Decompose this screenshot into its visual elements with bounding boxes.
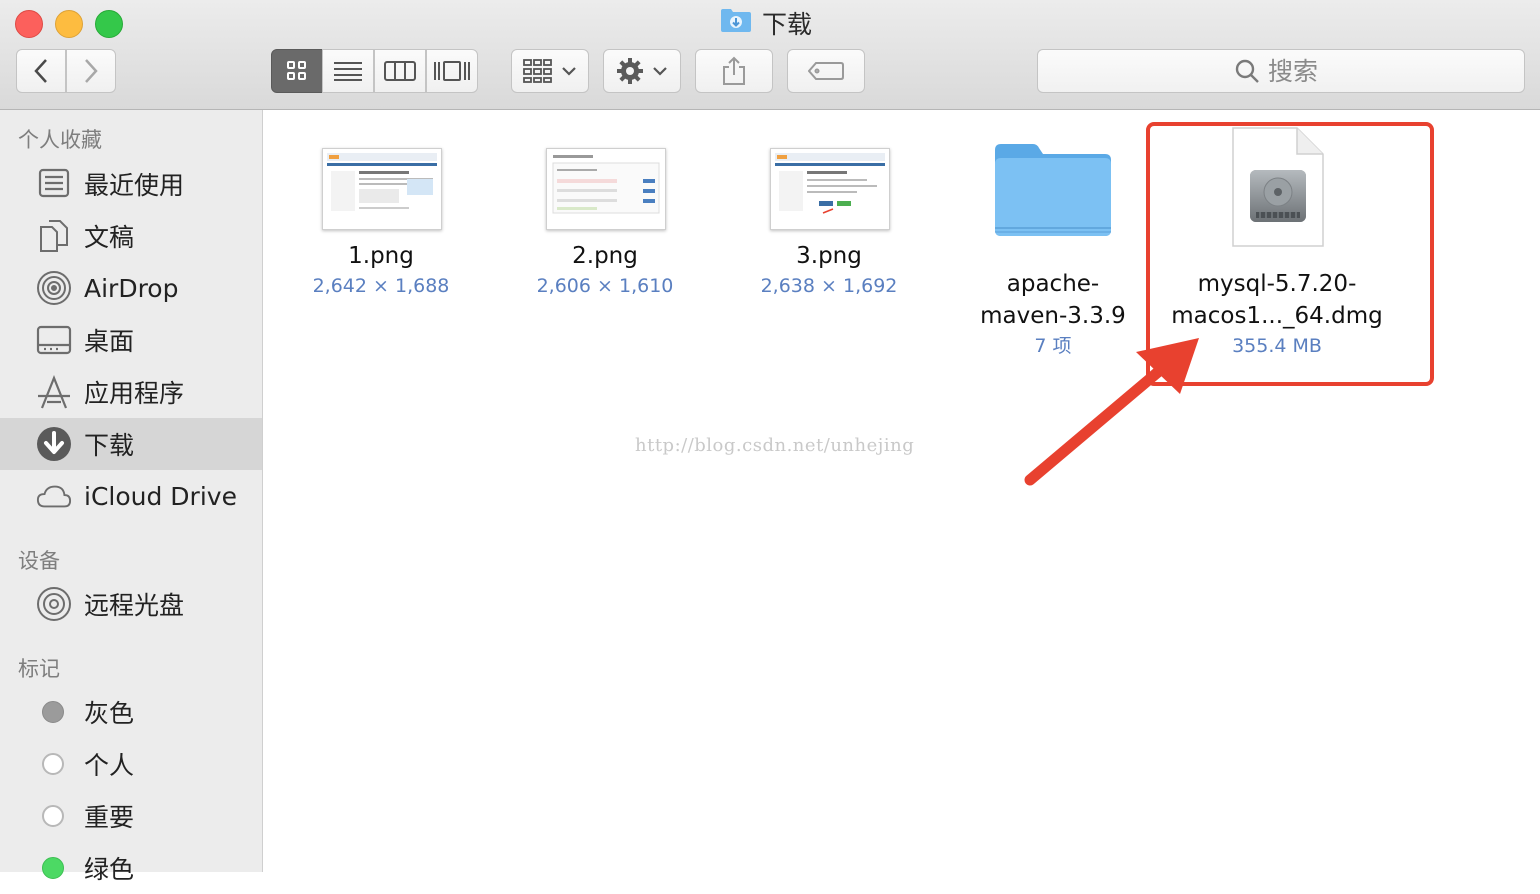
sidebar-item-label: AirDrop bbox=[84, 273, 179, 303]
sidebar-item-downloads[interactable]: 下载 bbox=[0, 418, 262, 470]
title-bar: 下载 bbox=[0, 0, 1540, 110]
sidebar-item-label: 桌面 bbox=[84, 327, 135, 356]
sidebar-item-label: 个人 bbox=[84, 751, 135, 780]
sidebar-item-label: 文稿 bbox=[84, 223, 135, 252]
sidebar-header-tags: 标记 bbox=[18, 657, 60, 681]
sidebar-item-tag-gray[interactable]: 灰色 bbox=[0, 686, 262, 738]
forward-button[interactable] bbox=[66, 49, 116, 93]
annotation-highlight-box bbox=[1146, 122, 1434, 386]
view-mode-selector bbox=[271, 49, 478, 93]
icon-view-button[interactable] bbox=[271, 49, 323, 93]
downloads-folder-icon bbox=[720, 7, 752, 39]
sidebar-item-airdrop[interactable]: AirDrop bbox=[0, 262, 262, 314]
sidebar-item-label: 灰色 bbox=[84, 699, 135, 728]
empty-tag-dot-icon bbox=[42, 805, 64, 827]
gear-icon bbox=[617, 58, 643, 84]
sidebar-item-applications[interactable]: 应用程序 bbox=[0, 366, 262, 418]
desktop-icon bbox=[36, 322, 72, 358]
sidebar-item-label: 绿色 bbox=[84, 855, 135, 884]
back-button[interactable] bbox=[16, 49, 66, 93]
sidebar-item-tag-important[interactable]: 重要 bbox=[0, 790, 262, 842]
chevron-down-icon bbox=[653, 67, 667, 76]
close-window-button[interactable] bbox=[15, 10, 43, 38]
folder-item[interactable]: apache- maven-3.3.9 7 项 bbox=[941, 140, 1165, 360]
airdrop-icon bbox=[36, 270, 72, 306]
file-browser: 1.png 2,642 × 1,688 2.png 2,606 × 1,610 bbox=[263, 110, 1540, 872]
file-name-line1: apache- bbox=[1006, 271, 1100, 297]
arrange-button[interactable] bbox=[511, 49, 589, 93]
remote-disc-icon bbox=[36, 586, 72, 622]
navigation-buttons bbox=[16, 49, 117, 93]
grid-arrange-icon bbox=[523, 59, 552, 83]
window-title: 下载 bbox=[720, 6, 812, 40]
file-name: 1.png bbox=[348, 243, 414, 269]
sidebar-item-remote-disc[interactable]: 远程光盘 bbox=[0, 578, 262, 630]
chevron-down-icon bbox=[562, 67, 576, 76]
file-dimensions: 2,642 × 1,688 bbox=[312, 275, 450, 297]
list-view-button[interactable] bbox=[322, 49, 374, 93]
downloads-icon bbox=[36, 426, 72, 462]
file-dimensions: 2,606 × 1,610 bbox=[536, 275, 674, 297]
watermark-text: http://blog.csdn.net/unhejing bbox=[635, 435, 915, 456]
cover-flow-view-icon bbox=[434, 61, 470, 81]
file-name-line2: maven-3.3.9 bbox=[980, 303, 1126, 329]
file-item[interactable]: 1.png 2,642 × 1,688 bbox=[269, 148, 493, 328]
sidebar-header-devices: 设备 bbox=[18, 549, 60, 573]
column-view-icon bbox=[384, 61, 416, 81]
image-thumbnail-icon bbox=[322, 148, 442, 230]
minimize-window-button[interactable] bbox=[55, 10, 83, 38]
recents-icon bbox=[36, 166, 72, 202]
window-title-text: 下载 bbox=[762, 10, 813, 39]
sidebar-item-icloud-drive[interactable]: iCloud Drive bbox=[0, 470, 262, 522]
search-icon bbox=[1235, 59, 1259, 83]
share-icon bbox=[723, 56, 745, 85]
action-button[interactable] bbox=[603, 49, 681, 93]
empty-tag-dot-icon bbox=[42, 753, 64, 775]
sidebar-item-desktop[interactable]: 桌面 bbox=[0, 314, 262, 366]
sidebar-item-label: 最近使用 bbox=[84, 171, 185, 200]
sidebar: 个人收藏 最近使用 文稿 AirDrop 桌面 应用程序 下载 iCloud D… bbox=[0, 110, 263, 884]
file-item[interactable]: 3.png 2,638 × 1,692 bbox=[717, 148, 941, 328]
folder-item-count: 7 项 bbox=[1034, 335, 1072, 357]
tag-button[interactable] bbox=[787, 49, 865, 93]
list-view-icon bbox=[334, 62, 362, 81]
file-name: 3.png bbox=[796, 243, 862, 269]
documents-icon bbox=[36, 218, 72, 254]
sidebar-item-label: iCloud Drive bbox=[84, 481, 237, 511]
icloud-icon bbox=[36, 478, 72, 514]
sidebar-item-recents[interactable]: 最近使用 bbox=[0, 158, 262, 210]
folder-icon bbox=[993, 140, 1113, 244]
sidebar-item-label: 重要 bbox=[84, 803, 135, 832]
image-thumbnail-icon bbox=[770, 148, 890, 230]
column-view-button[interactable] bbox=[374, 49, 426, 93]
search-field[interactable] bbox=[1037, 49, 1525, 93]
gray-tag-dot-icon bbox=[42, 701, 64, 723]
chevron-left-icon bbox=[34, 59, 47, 83]
file-dimensions: 2,638 × 1,692 bbox=[760, 275, 898, 297]
sidebar-item-tag-green[interactable]: 绿色 bbox=[0, 842, 262, 894]
file-name: 2.png bbox=[572, 243, 638, 269]
chevron-right-icon bbox=[85, 59, 98, 83]
zoom-window-button[interactable] bbox=[95, 10, 123, 38]
sidebar-header-favorites: 个人收藏 bbox=[18, 128, 102, 152]
search-input[interactable] bbox=[1268, 56, 1328, 86]
tag-icon bbox=[808, 62, 844, 80]
sidebar-item-tag-personal[interactable]: 个人 bbox=[0, 738, 262, 790]
applications-icon bbox=[36, 374, 72, 410]
cover-flow-view-button[interactable] bbox=[426, 49, 478, 93]
sidebar-item-documents[interactable]: 文稿 bbox=[0, 210, 262, 262]
sidebar-item-label: 远程光盘 bbox=[84, 591, 185, 620]
share-button[interactable] bbox=[695, 49, 773, 93]
sidebar-item-label: 应用程序 bbox=[84, 379, 185, 408]
file-item[interactable]: 2.png 2,606 × 1,610 bbox=[493, 148, 717, 328]
icon-view-icon bbox=[287, 61, 306, 80]
sidebar-item-label: 下载 bbox=[84, 431, 135, 460]
image-thumbnail-icon bbox=[546, 148, 666, 230]
green-tag-dot-icon bbox=[42, 857, 64, 879]
